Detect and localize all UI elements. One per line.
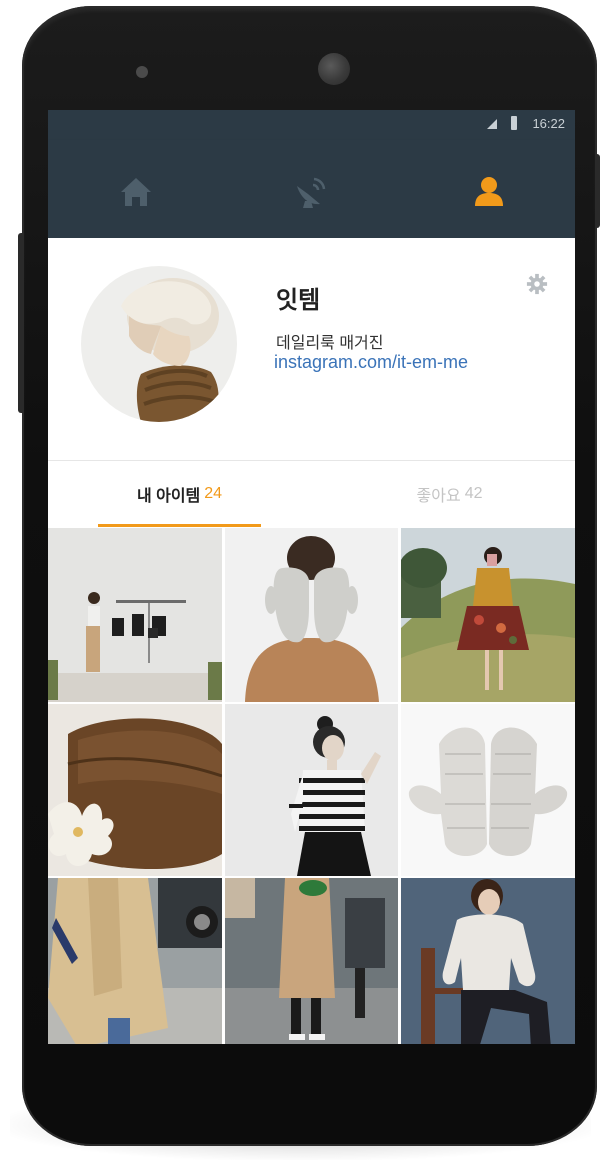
grid-item-8[interactable]	[225, 878, 398, 1044]
profile-tabs: 내 아이템 24 좋아요 42	[48, 461, 575, 527]
signal-icon	[487, 119, 497, 129]
woman-with-hanging-bags-image	[48, 528, 222, 702]
tab-likes-count: 42	[464, 485, 483, 502]
status-time: 16:22	[532, 116, 565, 131]
phone-camera	[318, 53, 350, 85]
satellite-dish-icon	[297, 177, 326, 208]
top-nav-bar	[48, 140, 575, 238]
tab-my-items-count: 24	[204, 485, 223, 502]
tab-my-items-label: 내 아이템	[136, 488, 201, 505]
grid-item-7[interactable]	[48, 878, 222, 1044]
profile-link[interactable]: instagram.com/it-em-me	[274, 352, 468, 373]
woman-striped-top-image	[225, 704, 398, 876]
nav-home-button[interactable]	[106, 170, 166, 214]
tab-likes-label: 좋아요	[416, 488, 461, 505]
status-bar: 16:22	[48, 110, 575, 140]
nav-profile-button[interactable]	[459, 170, 519, 214]
suede-clutch-with-lily-image	[48, 704, 222, 876]
grid-item-1[interactable]	[48, 528, 222, 702]
gear-icon[interactable]	[526, 273, 548, 295]
home-icon	[121, 178, 151, 206]
face-covered-with-mittens-image	[225, 528, 398, 702]
teddy-coat-street-image	[48, 878, 222, 1044]
page: 16:22 잇템 데일리룩 매거진 instagram.com/it-em-me…	[0, 0, 601, 1160]
tab-my-items[interactable]: 내 아이템 24	[98, 461, 261, 527]
grid-item-9[interactable]	[401, 878, 575, 1044]
phone-sensor	[136, 66, 148, 78]
item-grid	[48, 528, 575, 1044]
woman-on-hill-floral-skirt-image	[401, 528, 575, 702]
avatar[interactable]	[81, 266, 237, 422]
tab-likes[interactable]: 좋아요 42	[368, 461, 531, 527]
profile-header: 잇템 데일리룩 매거진 instagram.com/it-em-me	[48, 238, 575, 460]
avatar-image	[81, 266, 237, 422]
grid-item-3[interactable]	[401, 528, 575, 702]
profile-description: 데일리룩 매거진	[276, 335, 384, 352]
knit-mittens-image	[401, 704, 575, 876]
battery-icon	[511, 116, 517, 130]
grid-item-4[interactable]	[48, 704, 222, 876]
active-tab-indicator	[98, 524, 261, 527]
app-screen: 16:22 잇템 데일리룩 매거진 instagram.com/it-em-me…	[48, 110, 575, 1044]
woman-white-sweater-chair-image	[401, 878, 575, 1044]
user-icon	[475, 177, 503, 206]
camel-coat-street-image	[225, 878, 398, 1044]
nav-feed-button[interactable]	[280, 170, 340, 214]
grid-item-2[interactable]	[225, 528, 398, 702]
profile-name: 잇템	[276, 287, 321, 314]
grid-item-5[interactable]	[225, 704, 398, 876]
grid-item-6[interactable]	[401, 704, 575, 876]
